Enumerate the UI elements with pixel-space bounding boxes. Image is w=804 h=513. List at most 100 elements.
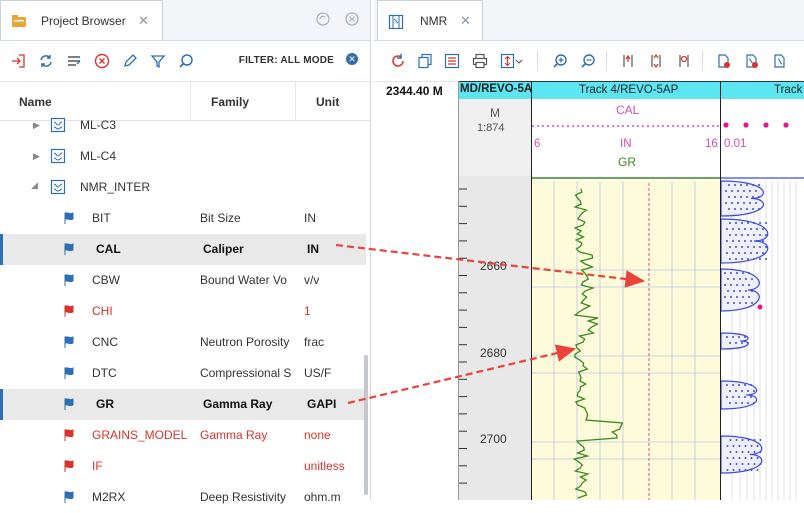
nmr-dot [747,402,749,404]
zoom-out-icon[interactable] [580,53,596,69]
curve-row[interactable]: CNC Neutron Porosity frac [0,327,366,358]
refresh-icon[interactable] [390,53,406,69]
curve-row[interactable]: GRAINS_MODEL... Gamma Ray none [0,420,366,451]
close-tab-icon[interactable]: ✕ [460,13,471,29]
curve-icon [63,397,75,414]
nmr-dot [759,246,761,248]
tab-project-browser[interactable]: Project Browser ✕ [0,0,163,40]
legend-dot [783,122,789,128]
curve-row[interactable]: CHI 1 [0,296,366,327]
nmr-dot [738,457,741,459]
filter-mode-label: FILTER: ALL MODE [238,55,334,66]
curve-family: Neutron Porosity [200,335,290,349]
add-curve-icon[interactable] [716,53,732,69]
nmr-dot [752,184,754,186]
collapse-chevron-icon[interactable]: ◢ [31,180,38,191]
md-track-scale [458,176,531,500]
nmr-dot [729,439,732,441]
zoom-in-icon[interactable] [552,53,568,69]
curve-row[interactable]: CAL Caliper IN [0,234,366,265]
curve-unit: unitless [304,459,345,473]
left-tab-bar: Project Browser ✕ [0,0,370,41]
curve-row[interactable]: GR Gamma Ray GAPI [0,389,366,420]
search-icon[interactable] [178,53,194,69]
column-header-name[interactable]: Name [19,95,52,109]
delete-icon[interactable] [94,53,110,69]
nmr-dot [737,190,739,192]
nmr-dot [740,196,742,198]
track-remove-icon[interactable] [676,53,692,69]
nmr-dot [730,284,732,286]
curve-name: CBW [92,273,120,287]
depth-tick-label: 2680 [480,346,507,360]
tree-group-row[interactable]: ◢ NMR_INTER [0,172,366,203]
curve-row[interactable]: IF unitless [0,451,366,482]
curve-row[interactable]: CBW Bound Water Vo v/v [0,265,366,296]
curve-unit: frac [304,335,325,349]
curve-row[interactable]: M2RX Deep Resistivity ohm.m [0,482,366,513]
nmr-dot [759,258,761,260]
properties-icon[interactable] [444,53,460,69]
close-tab-icon[interactable]: ✕ [138,13,149,29]
expand-chevron-icon[interactable]: ▶ [33,151,40,162]
nmr-dot [729,258,731,260]
nmr-dot [747,222,749,224]
nmr-dot [744,240,746,242]
refresh-panel-icon[interactable] [316,12,330,29]
track4-plot[interactable] [532,181,720,500]
filter-icon[interactable] [150,53,166,69]
nmr-dot [727,290,729,292]
tree-group-row[interactable]: ▶ ML-C3 [0,110,366,141]
curve-icon [63,273,75,290]
nmr-dot [734,196,736,198]
clear-filter-icon[interactable]: ✕ [346,53,358,65]
gr-curve-label: GR [618,155,636,169]
nmr-dot [729,390,731,392]
curve-unit: IN [307,242,319,256]
nmr-dot [742,296,744,298]
nmr-dot [753,402,755,404]
print-icon[interactable] [472,53,488,69]
nmr-dot [733,278,735,280]
curve-row[interactable]: BIT Bit Size IN [0,203,366,234]
nmr-dot [756,228,758,230]
nmr-dot [744,469,747,471]
nmr-dot [747,234,749,236]
vertical-scrollbar[interactable] [364,355,368,495]
nmr-dot [732,469,735,471]
nmr-dot [744,228,746,230]
track-insert-icon[interactable] [620,53,636,69]
track4-title: Track 4/REVO-5AP [579,84,679,96]
nmr-dot [729,246,731,248]
curve-row[interactable]: DTC Compressional S US/F [0,358,366,389]
column-header-family[interactable]: Family [211,95,249,109]
nmr-dot [726,445,729,447]
nmr-dot [726,384,728,386]
curve-settings-icon[interactable] [744,53,760,69]
edit-pencil-icon[interactable] [122,53,138,69]
list-edit-icon[interactable] [66,53,82,69]
group-label: ML-C3 [80,118,117,132]
nmr-dot [759,222,761,224]
nmr-dot [741,234,743,236]
tree-group-row[interactable]: ▶ ML-C4 [0,141,366,172]
curve-export-icon[interactable] [772,53,788,69]
nmr-dot [743,190,745,192]
import-icon[interactable] [10,53,26,69]
cal-curve-label: CAL [616,103,640,117]
nmr-dot [745,278,747,280]
nmr-dot [734,208,736,210]
sync-icon[interactable] [38,53,54,69]
scale-dropdown-icon[interactable] [500,53,524,69]
left-toolbar: FILTER: ALL MODE ✕ [0,41,370,82]
copy-icon[interactable] [417,53,433,69]
track-resize-icon[interactable] [648,53,664,69]
nmr-dot [738,228,740,230]
dataset-icon [50,179,66,198]
tab-nmr[interactable]: NMR ✕ [377,0,483,40]
nmr-dot [752,208,754,210]
expand-chevron-icon[interactable]: ▶ [33,120,40,131]
curve-family: Deep Resistivity [200,490,287,504]
column-header-unit[interactable]: Unit [316,95,339,109]
close-panel-icon[interactable] [345,12,359,29]
